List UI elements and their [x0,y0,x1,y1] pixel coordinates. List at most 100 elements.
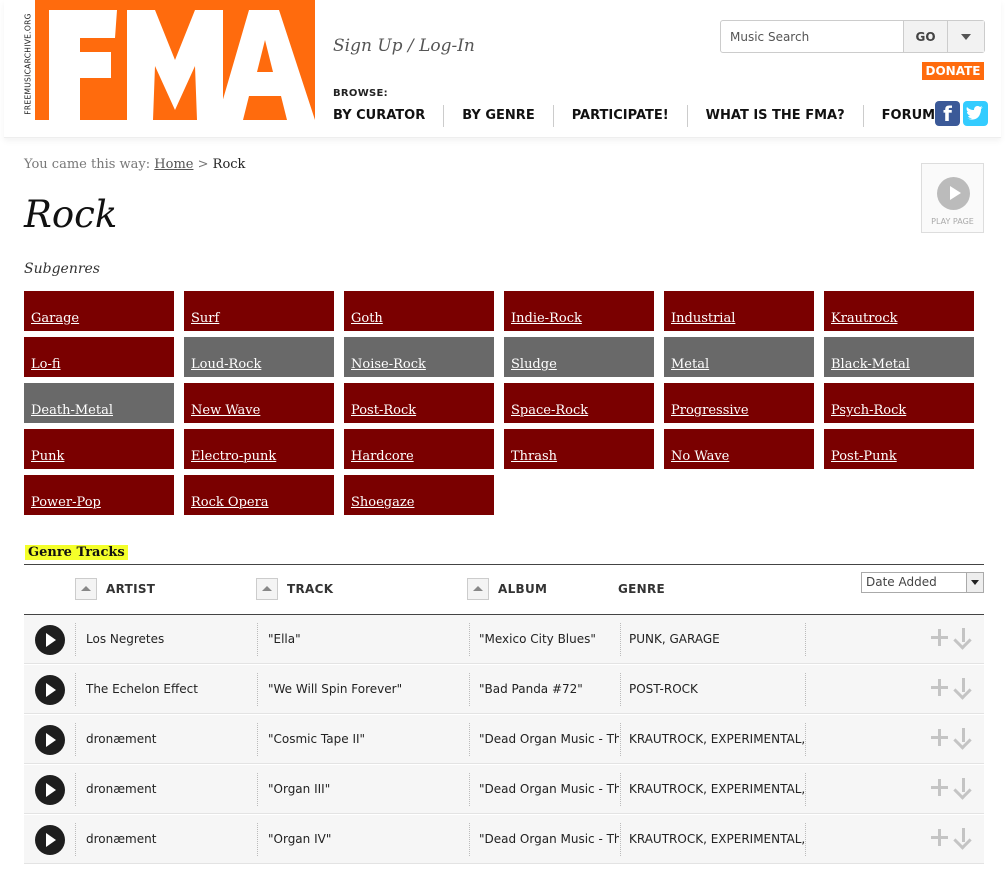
track-artist[interactable]: The Echelon Effect [86,665,254,714]
subgenre-link[interactable]: Thrash [511,449,557,464]
play-icon[interactable] [35,775,65,805]
track-genre[interactable]: KRAUTROCK, EXPERIMENTAL, DR [629,815,805,864]
subgenre-link[interactable]: Psych-Rock [831,403,906,418]
nav-by-curator[interactable]: BY CURATOR [333,105,443,127]
subgenre-link[interactable]: Electro-punk [191,449,276,464]
column-track-label[interactable]: TRACK [287,582,333,596]
subgenre-tile[interactable]: Death-Metal [24,383,174,423]
play-icon[interactable] [35,725,65,755]
track-title[interactable]: "Cosmic Tape II" [268,715,468,764]
subgenre-tile[interactable]: Psych-Rock [824,383,974,423]
subgenre-link[interactable]: Industrial [671,311,735,326]
play-icon[interactable] [35,675,65,705]
subgenre-tile[interactable]: Electro-punk [184,429,334,469]
track-title[interactable]: "Ella" [268,615,468,664]
track-genre[interactable]: KRAUTROCK, EXPERIMENTAL, DR [629,715,805,764]
music-search-input[interactable] [721,21,903,52]
subgenre-tile[interactable]: Lo-fi [24,337,174,377]
track-album[interactable]: "Mexico City Blues" [479,615,619,664]
nav-participate[interactable]: PARTICIPATE! [552,105,687,127]
subgenre-tile[interactable]: Sludge [504,337,654,377]
track-album[interactable]: "Dead Organ Music - The [479,815,619,864]
search-options-button[interactable] [947,21,984,52]
subgenre-tile[interactable]: Industrial [664,291,814,331]
subgenre-tile[interactable]: Metal [664,337,814,377]
track-album[interactable]: "Dead Organ Music - The [479,765,619,814]
subgenre-tile[interactable]: Loud-Rock [184,337,334,377]
subgenre-tile[interactable]: Rock Opera [184,475,334,515]
subgenre-link[interactable]: No Wave [671,449,729,464]
add-icon[interactable] [931,729,948,746]
subgenre-link[interactable]: Surf [191,311,219,326]
subgenre-tile[interactable]: Hardcore [344,429,494,469]
track-genre[interactable]: KRAUTROCK, EXPERIMENTAL, DR [629,765,805,814]
subgenre-tile[interactable]: Post-Punk [824,429,974,469]
subgenre-tile[interactable]: Post-Rock [344,383,494,423]
add-icon[interactable] [931,629,948,646]
track-artist[interactable]: dronæment [86,715,254,764]
play-page-button[interactable]: PLAY PAGE [921,163,984,233]
add-icon[interactable] [931,679,948,696]
facebook-icon[interactable]: f [935,101,960,126]
subgenre-tile[interactable]: Power-Pop [24,475,174,515]
subgenre-link[interactable]: Death-Metal [31,403,113,418]
fma-logo[interactable] [35,0,315,120]
search-go-button[interactable]: GO [903,21,947,52]
subgenre-link[interactable]: Post-Rock [351,403,416,418]
twitter-icon[interactable] [963,101,988,126]
subgenre-tile[interactable]: Thrash [504,429,654,469]
track-title[interactable]: "Organ III" [268,765,468,814]
subgenre-link[interactable]: Hardcore [351,449,414,464]
track-title[interactable]: "Organ IV" [268,815,468,864]
track-artist[interactable]: dronæment [86,815,254,864]
subgenre-link[interactable]: New Wave [191,403,260,418]
subgenre-link[interactable]: Punk [31,449,64,464]
subgenre-link[interactable]: Metal [671,357,709,372]
download-icon[interactable] [954,728,974,748]
download-icon[interactable] [954,628,974,648]
subgenre-link[interactable]: Space-Rock [511,403,588,418]
nav-by-genre[interactable]: BY GENRE [443,105,552,127]
subgenre-link[interactable]: Krautrock [831,311,897,326]
breadcrumb-home-link[interactable]: Home [154,157,193,172]
play-icon[interactable] [35,825,65,855]
subgenre-link[interactable]: Garage [31,311,79,326]
subgenre-tile[interactable]: New Wave [184,383,334,423]
track-title[interactable]: "We Will Spin Forever" [268,665,468,714]
track-album[interactable]: "Dead Organ Music - The [479,715,619,764]
subgenre-tile[interactable]: No Wave [664,429,814,469]
subgenre-link[interactable]: Sludge [511,357,557,372]
subgenre-link[interactable]: Goth [351,311,383,326]
add-icon[interactable] [931,779,948,796]
subgenre-tile[interactable]: Garage [24,291,174,331]
play-icon[interactable] [35,625,65,655]
download-icon[interactable] [954,828,974,848]
sort-track-button[interactable] [256,578,278,600]
subgenre-link[interactable]: Indie-Rock [511,311,582,326]
subgenre-tile[interactable]: Space-Rock [504,383,654,423]
track-album[interactable]: "Bad Panda #72" [479,665,619,714]
subgenre-tile[interactable]: Goth [344,291,494,331]
add-icon[interactable] [931,829,948,846]
track-artist[interactable]: Los Negretes [86,615,254,664]
subgenre-link[interactable]: Noise-Rock [351,357,426,372]
column-artist-label[interactable]: ARTIST [106,582,155,596]
sort-album-button[interactable] [467,578,489,600]
subgenre-tile[interactable]: Noise-Rock [344,337,494,377]
subgenre-link[interactable]: Progressive [671,403,749,418]
signup-login-link[interactable]: Sign Up / Log-In [333,36,475,56]
subgenre-link[interactable]: Shoegaze [351,495,414,510]
subgenre-link[interactable]: Power-Pop [31,495,101,510]
subgenre-link[interactable]: Loud-Rock [191,357,261,372]
subgenre-link[interactable]: Post-Punk [831,449,897,464]
subgenre-link[interactable]: Lo-fi [31,357,61,372]
subgenre-tile[interactable]: Indie-Rock [504,291,654,331]
subgenre-link[interactable]: Black-Metal [831,357,910,372]
subgenre-tile[interactable]: Punk [24,429,174,469]
subgenre-tile[interactable]: Shoegaze [344,475,494,515]
subgenre-tile[interactable]: Black-Metal [824,337,974,377]
column-album-label[interactable]: ALBUM [498,582,547,596]
subgenre-tile[interactable]: Progressive [664,383,814,423]
subgenre-tile[interactable]: Krautrock [824,291,974,331]
donate-button[interactable]: DONATE [922,62,984,80]
